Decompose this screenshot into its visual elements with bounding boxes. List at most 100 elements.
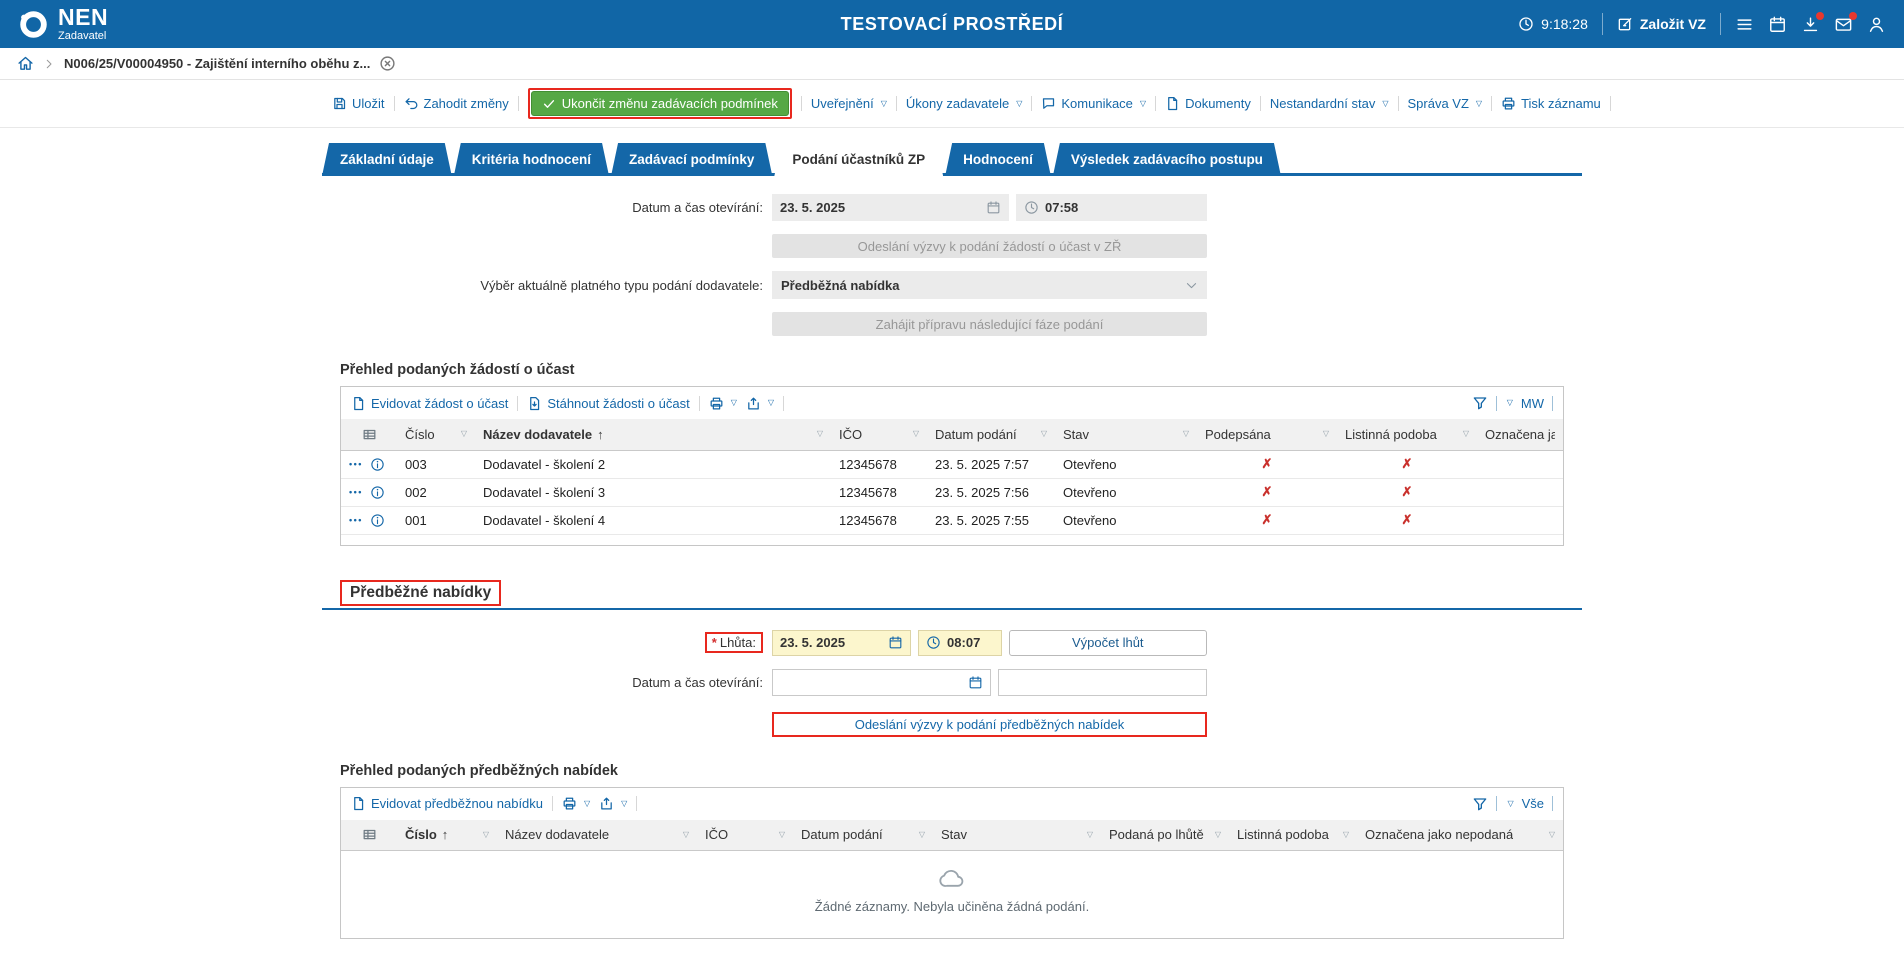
filter-icon[interactable] (1472, 395, 1488, 411)
column-ico[interactable]: IČO▽ (831, 419, 927, 450)
filter-caret-icon[interactable]: ▽ (683, 831, 689, 839)
filter-caret-icon[interactable]: ▽ (919, 831, 925, 839)
column-podana-po-lhute[interactable]: Podaná po lhůtě▽ (1101, 820, 1229, 851)
tab-zadavaci-podminky[interactable]: Zadávací podmínky (611, 143, 772, 176)
tab-zakladni-udaje[interactable]: Základní údaje (322, 143, 452, 176)
info-icon[interactable] (370, 513, 385, 528)
column-listinna-podoba[interactable]: Listinná podoba▽ (1229, 820, 1357, 851)
column-listinna-podoba[interactable]: Listinná podoba▽ (1337, 419, 1477, 450)
column-cislo[interactable]: Číslo↑▽ (397, 820, 497, 851)
filter-caret-icon[interactable]: ▽ (1087, 831, 1093, 839)
filter-caret-icon[interactable]: ▽ (1041, 430, 1047, 438)
documents-button[interactable]: Dokumenty (1165, 96, 1251, 111)
filter-caret-icon[interactable]: ▽ (817, 430, 823, 438)
filter-caret-icon[interactable]: ▽ (1463, 430, 1469, 438)
filter-caret-icon[interactable]: ▽ (1183, 430, 1189, 438)
caret-down-icon: ▽ (881, 100, 887, 108)
nen-brand[interactable]: NEN Zadavatel (18, 6, 108, 42)
filter-icon[interactable] (1472, 796, 1488, 812)
column-cislo[interactable]: Číslo▽ (397, 419, 475, 450)
print-menu-button[interactable]: ▽ (709, 396, 737, 411)
clock: 9:18:28 (1518, 16, 1588, 32)
print-menu-button[interactable]: ▽ (562, 796, 590, 811)
deadline-time-field[interactable]: 08:07 (918, 630, 1001, 656)
column-oznacena[interactable]: Označena jako nepodaná (1477, 419, 1563, 450)
calendar-icon[interactable] (888, 635, 903, 650)
breadcrumb-item[interactable]: N006/25/V00004950 - Zajištění interního … (64, 56, 370, 71)
calendar-button[interactable] (1768, 15, 1787, 34)
column-oznacena-jako-nepodana[interactable]: Označena jako nepodaná▽ (1357, 820, 1563, 851)
deadline-time-value: 08:07 (947, 635, 980, 650)
row-menu-icon[interactable]: ••• (349, 487, 363, 497)
prelim-section-header: Předběžné nabídky (322, 580, 1582, 610)
filter-caret-icon[interactable]: ▽ (913, 430, 919, 438)
tab-podani-ucastniku-zp[interactable]: Podání účastníků ZP (774, 143, 943, 176)
start-next-phase-button[interactable]: Zahájit přípravu následující fáze podání (772, 312, 1207, 336)
filter-caret-icon[interactable]: ▽ (1215, 831, 1221, 839)
prelim-opening-date-field[interactable] (772, 669, 991, 696)
tab-kriteria-hodnoceni[interactable]: Kritéria hodnocení (454, 143, 609, 176)
opening-time-field[interactable]: 07:58 (1016, 194, 1207, 221)
filter-caret-icon[interactable]: ▽ (779, 831, 785, 839)
info-icon[interactable] (370, 485, 385, 500)
view-selector[interactable]: Vše (1522, 796, 1544, 811)
column-ico[interactable]: IČO▽ (697, 820, 793, 851)
prelim-table-title: Přehled podaných předběžných nabídek (340, 763, 1564, 779)
register-prelim-offer-button[interactable]: Evidovat předběžnou nabídku (351, 796, 543, 811)
tab-vysledek-zadavaciho-postupu[interactable]: Výsledek zadávacího postupu (1053, 143, 1281, 176)
tab-hodnoceni[interactable]: Hodnocení (945, 143, 1051, 176)
column-stav[interactable]: Stav▽ (1055, 419, 1197, 450)
end-terms-change-button[interactable]: Ukončit změnu zadávacích podmínek (531, 91, 789, 116)
save-button[interactable]: Uložit (332, 96, 385, 111)
column-nazev-dodavatele[interactable]: Název dodavatele▽ (497, 820, 697, 851)
filter-caret-icon[interactable]: ▽ (1343, 831, 1349, 839)
row-menu-icon[interactable]: ••• (349, 459, 363, 469)
nonstandard-state-menu-button[interactable]: Nestandardní stav ▽ (1270, 96, 1389, 111)
header-actions: 9:18:28 Založit VZ (1518, 13, 1886, 35)
submission-type-select[interactable]: Předběžná nabídka (772, 271, 1207, 299)
create-vz-button[interactable]: Založit VZ (1617, 16, 1706, 32)
info-icon[interactable] (370, 457, 385, 472)
row-menu-icon[interactable]: ••• (349, 515, 363, 525)
send-participation-request-button[interactable]: Odeslání výzvy k podání žádostí o účast … (772, 234, 1207, 258)
manage-vz-menu-button[interactable]: Správa VZ ▽ (1408, 96, 1483, 111)
caret-down-icon[interactable]: ▽ (1507, 399, 1513, 407)
prelim-opening-time-field[interactable] (998, 669, 1207, 696)
deadline-date-field[interactable]: 23. 5. 2025 (772, 630, 911, 656)
download-requests-button[interactable]: Stáhnout žádosti o účast (527, 396, 689, 411)
main-menu-button[interactable] (1735, 15, 1754, 34)
export-menu-button[interactable]: ▽ (599, 796, 627, 811)
caret-down-icon[interactable]: ▽ (1507, 800, 1513, 808)
column-datum-podani[interactable]: Datum podání▽ (927, 419, 1055, 450)
filter-caret-icon[interactable]: ▽ (1323, 430, 1329, 438)
filter-caret-icon[interactable]: ▽ (483, 831, 489, 839)
export-menu-button[interactable]: ▽ (746, 396, 774, 411)
downloads-button[interactable] (1801, 15, 1820, 34)
view-selector[interactable]: MW (1521, 396, 1544, 411)
chat-icon (1041, 96, 1056, 111)
profile-button[interactable] (1867, 15, 1886, 34)
messages-button[interactable] (1834, 15, 1853, 34)
contracting-tasks-menu-button[interactable]: Úkony zadavatele ▽ (906, 96, 1023, 111)
column-nazev-dodavatele[interactable]: Název dodavatele↑▽ (475, 419, 831, 450)
publish-menu-button[interactable]: Uveřejnění ▽ (811, 96, 887, 111)
filter-caret-icon[interactable]: ▽ (461, 430, 467, 438)
filter-caret-icon[interactable]: ▽ (1549, 831, 1555, 839)
opening-date-field[interactable]: 23. 5. 2025 (772, 194, 1009, 221)
requests-table-view-controls: ▽ MW (1472, 395, 1553, 411)
send-prelim-offers-invite-button[interactable]: Odeslání výzvy k podání předběžných nabí… (772, 712, 1207, 737)
document-icon (351, 396, 366, 411)
discard-changes-button[interactable]: Zahodit změny (404, 96, 509, 111)
communication-menu-button[interactable]: Komunikace ▽ (1041, 96, 1146, 111)
print-record-button[interactable]: Tisk záznamu (1501, 96, 1601, 111)
register-request-button[interactable]: Evidovat žádost o účast (351, 396, 508, 411)
home-icon[interactable] (17, 55, 34, 72)
column-podepsana[interactable]: Podepsána▽ (1197, 419, 1337, 450)
column-datum-podani[interactable]: Datum podání▽ (793, 820, 933, 851)
column-stav[interactable]: Stav▽ (933, 820, 1101, 851)
register-request-label: Evidovat žádost o účast (371, 396, 508, 411)
close-tab-icon[interactable] (379, 55, 396, 72)
calendar-icon[interactable] (968, 675, 983, 690)
calculate-deadlines-button[interactable]: Výpočet lhůt (1009, 630, 1207, 656)
cell-ico: 12345678 (831, 506, 927, 534)
